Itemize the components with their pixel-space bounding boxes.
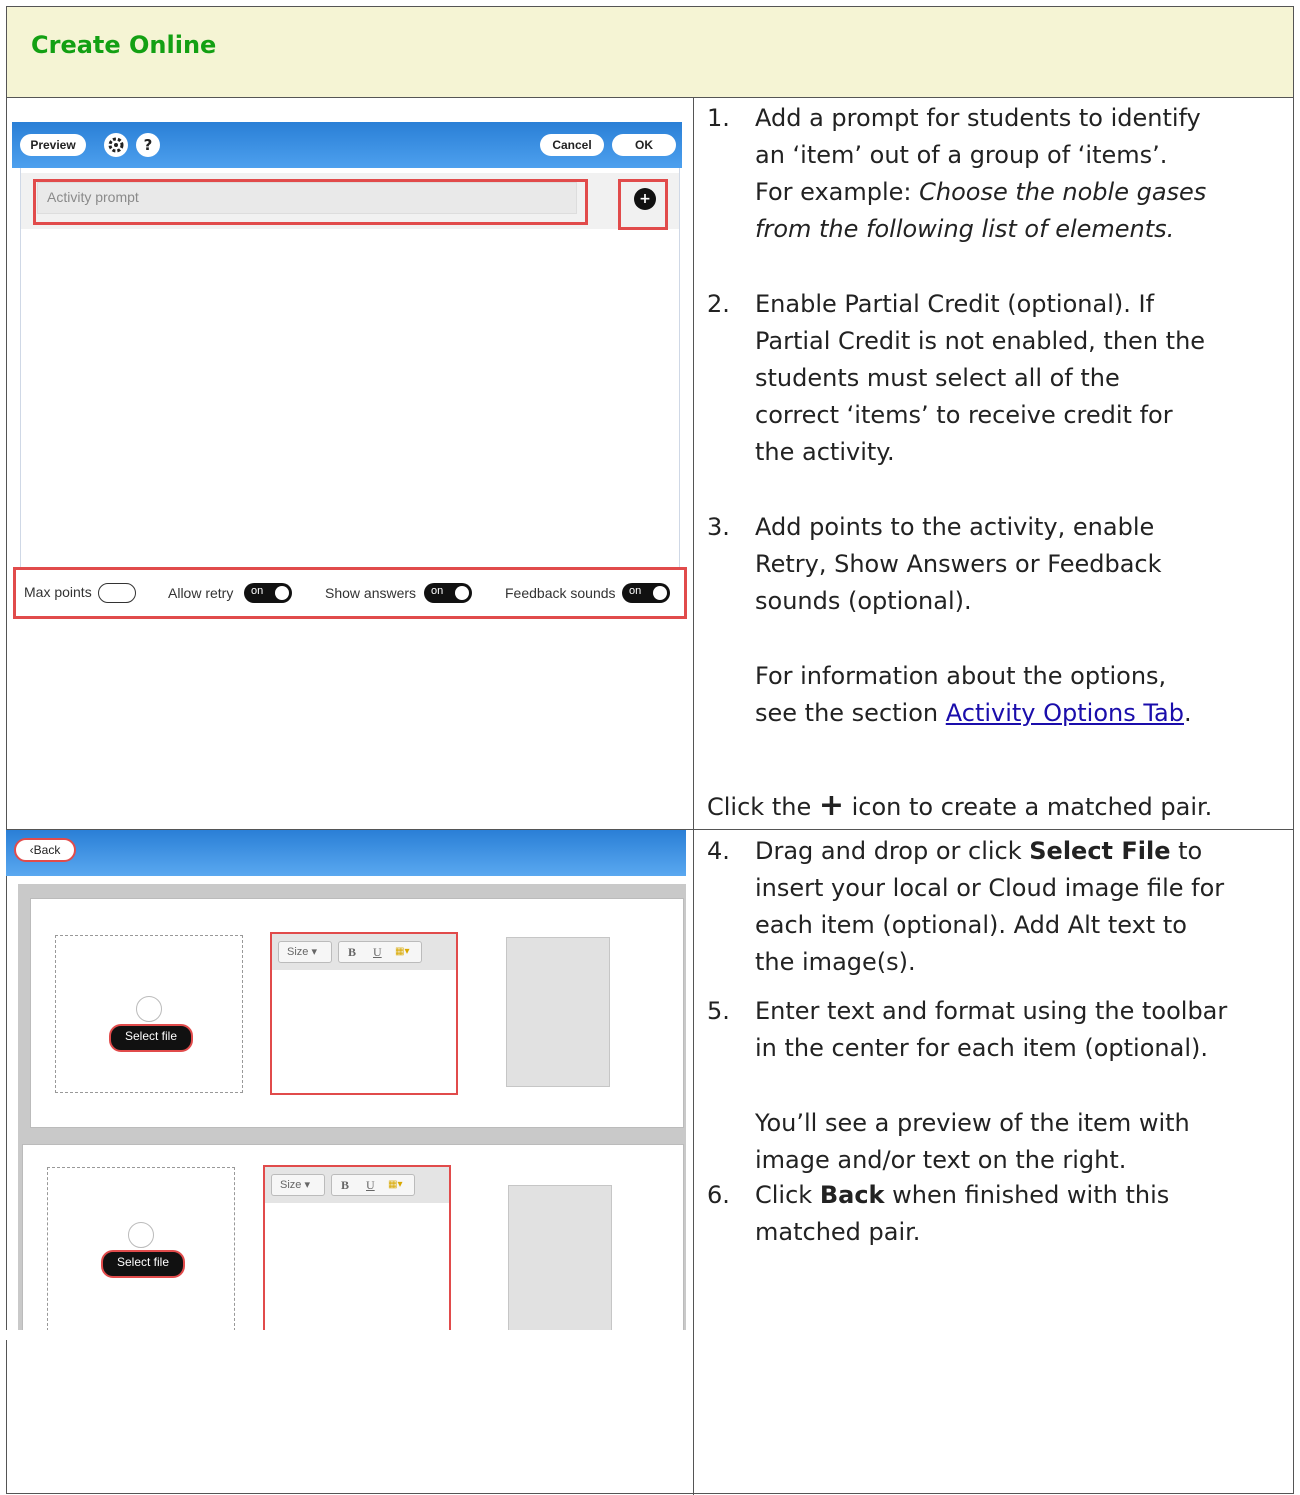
- step-text: each item (optional). Add Alt text to: [755, 911, 1187, 939]
- step-text: matched pair.: [755, 1218, 921, 1246]
- step-note: You’ll see a preview of the item with: [755, 1109, 1190, 1137]
- step-number: 5.: [707, 997, 730, 1025]
- image-icon: [128, 1222, 154, 1248]
- step-text: Add a prompt for students to identify: [755, 104, 1201, 132]
- step-number: 3.: [707, 513, 730, 541]
- step-text: Retry, Show Answers or Feedback: [755, 550, 1162, 578]
- size-dropdown[interactable]: Size ▾: [271, 1174, 325, 1196]
- image-dropzone[interactable]: Select file: [55, 935, 243, 1093]
- step-text: an ‘item’ out of a group of ‘items’.: [755, 141, 1168, 169]
- editor-toolbar: Size ▾ B U ▦▾: [272, 934, 456, 970]
- step-text: Click: [755, 1181, 820, 1209]
- editor-toolbar: Size ▾ B U ▦▾: [265, 1167, 449, 1203]
- preview-button[interactable]: Preview: [20, 134, 86, 156]
- instruction-text: icon to create a matched pair.: [843, 793, 1213, 821]
- activity-options-tab-link[interactable]: Activity Options Tab: [946, 699, 1184, 727]
- prompt-highlight: [33, 179, 588, 225]
- size-label: Size: [280, 1179, 302, 1191]
- info-text: see the section: [755, 699, 946, 727]
- step-emphasis: Select File: [1029, 837, 1171, 865]
- cancel-button[interactable]: Cancel: [540, 134, 604, 156]
- back-label: Back: [33, 843, 61, 857]
- step-number: 6.: [707, 1181, 730, 1209]
- step-text: the activity.: [755, 438, 895, 466]
- page-title: Create Online: [31, 31, 217, 59]
- screenshot-bottom-edge: [6, 1330, 686, 1340]
- text-editor[interactable]: Size ▾ B U ▦▾: [270, 932, 458, 1095]
- step-text: Enter text and format using the toolbar: [755, 997, 1228, 1025]
- example-text: Choose the noble gases: [919, 178, 1207, 206]
- info-text: For information about the options,: [755, 662, 1167, 690]
- step-text: Add points to the activity, enable: [755, 513, 1155, 541]
- step-text: For example:: [755, 178, 920, 206]
- item-card: Select file Size ▾ B U ▦▾: [30, 898, 684, 1128]
- step-text: Drag and drop or click: [755, 837, 1030, 865]
- format-group: B U ▦▾: [331, 1174, 415, 1196]
- help-icon[interactable]: ?: [136, 133, 160, 157]
- column-divider: [693, 98, 694, 1495]
- text-editor[interactable]: Size ▾ B U ▦▾: [263, 1165, 451, 1331]
- step-note: image and/or text on the right.: [755, 1146, 1127, 1174]
- step-number: 4.: [707, 837, 730, 865]
- image-icon: [136, 996, 162, 1022]
- step-number: 2.: [707, 290, 730, 318]
- step-text: to: [1170, 837, 1203, 865]
- color-picker-icon[interactable]: ▦▾: [388, 1175, 402, 1195]
- back-button[interactable]: ‹Back: [14, 838, 76, 862]
- activity-editor-screenshot: Preview ? Cancel OK Activity prompt + Ma…: [12, 122, 687, 619]
- size-label: Size: [287, 946, 309, 958]
- example-text: from the following list of elements.: [755, 215, 1175, 243]
- step-text: in the center for each item (optional).: [755, 1034, 1208, 1062]
- info-text: .: [1184, 699, 1192, 727]
- click-plus-instruction: Click the + icon to create a matched pai…: [707, 787, 1297, 826]
- bold-button[interactable]: B: [341, 1175, 349, 1195]
- underline-button[interactable]: U: [373, 942, 382, 962]
- step-text: Partial Credit is not enabled, then the: [755, 327, 1206, 355]
- options-highlight: [13, 567, 687, 619]
- step-text: sounds (optional).: [755, 587, 972, 615]
- step-text: insert your local or Cloud image file fo…: [755, 874, 1225, 902]
- item-card: Select file Size ▾ B U ▦▾: [22, 1144, 684, 1331]
- add-button-highlight: [618, 179, 668, 230]
- step-text: Enable Partial Credit (optional). If: [755, 290, 1155, 318]
- step-text: students must select all of the: [755, 364, 1120, 392]
- instruction-text: Click the: [707, 793, 819, 821]
- ok-button[interactable]: OK: [612, 134, 676, 156]
- pair-items-area: Select file Size ▾ B U ▦▾ Select file Si…: [18, 884, 686, 1331]
- matched-pair-editor-screenshot: ‹Back Select file Size ▾ B U ▦▾ Select f…: [6, 830, 692, 1336]
- step-emphasis: Back: [819, 1181, 885, 1209]
- select-file-button[interactable]: Select file: [109, 1024, 193, 1052]
- step-number: 1.: [707, 104, 730, 132]
- image-dropzone[interactable]: Select file: [47, 1167, 235, 1331]
- underline-button[interactable]: U: [366, 1175, 375, 1195]
- pair-editor-top-bar: ‹Back: [6, 830, 686, 876]
- item-preview: [506, 937, 610, 1087]
- step-text: correct ‘items’ to receive credit for: [755, 401, 1173, 429]
- step-text: the image(s).: [755, 948, 916, 976]
- item-preview: [508, 1185, 612, 1331]
- editor-top-bar: Preview ? Cancel OK: [12, 122, 682, 168]
- format-group: B U ▦▾: [338, 941, 422, 963]
- select-file-button[interactable]: Select file: [101, 1250, 185, 1278]
- gear-icon[interactable]: [104, 133, 128, 157]
- plus-icon: +: [818, 788, 844, 823]
- editor-canvas: Activity prompt +: [20, 168, 680, 569]
- header-row: Create Online: [7, 7, 1293, 98]
- size-dropdown[interactable]: Size ▾: [278, 941, 332, 963]
- step-text: when finished with this: [884, 1181, 1170, 1209]
- bold-button[interactable]: B: [348, 942, 356, 962]
- color-picker-icon[interactable]: ▦▾: [395, 942, 409, 962]
